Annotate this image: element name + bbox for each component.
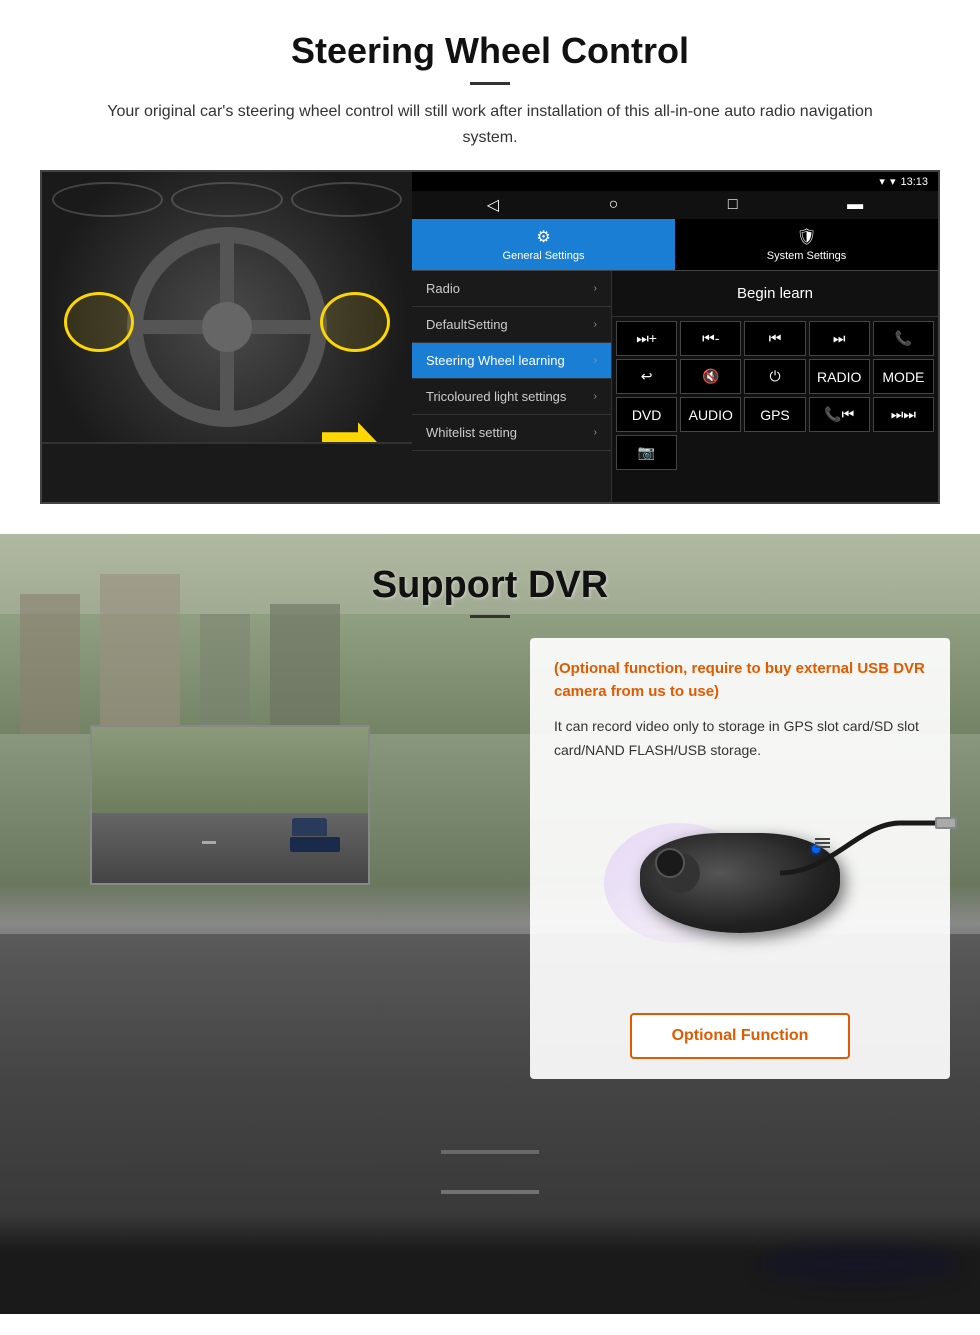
dvr-title: Support DVR: [0, 564, 980, 607]
skip-icon: ⏭⏭: [891, 406, 916, 423]
ctrl-camera[interactable]: 📷: [616, 435, 677, 470]
tab-general-label: General Settings: [503, 250, 585, 262]
dvr-info-card: (Optional function, require to buy exter…: [530, 638, 950, 1079]
call-icon: 📞: [895, 330, 912, 347]
android-statusbar: ▾ ▾ 13:13: [412, 172, 938, 191]
menu-default-label: DefaultSetting: [426, 317, 508, 332]
dvr-optional-text: (Optional function, require to buy exter…: [554, 658, 926, 703]
vol-down-icon: ⏮-: [702, 330, 719, 347]
dvd-label: DVD: [632, 407, 662, 423]
menu-item-steering[interactable]: Steering Wheel learning ›: [412, 343, 611, 379]
ctrl-tel-prev[interactable]: 📞⏮: [809, 397, 870, 432]
begin-learn-button[interactable]: Begin learn: [717, 279, 833, 308]
menu-whitelist-label: Whitelist setting: [426, 425, 517, 440]
tab-general-settings[interactable]: ⚙ General Settings: [412, 219, 675, 270]
dvr-divider: [470, 615, 510, 618]
android-panel: ▾ ▾ 13:13 ◁ ○ □ ▬ ⚙ General Settings 🛡 S…: [412, 172, 938, 502]
chevron-default: ›: [594, 319, 597, 330]
dvr-content: (Optional function, require to buy exter…: [30, 638, 950, 1095]
steering-wheel-photo: [42, 172, 412, 502]
status-time: 13:13: [900, 176, 928, 188]
prev-icon: ⏮: [769, 330, 782, 347]
ctrl-back[interactable]: ↩: [616, 359, 677, 394]
thumbnail-image: [92, 727, 368, 883]
car-dashboard: [42, 442, 412, 502]
dvr-description: It can record video only to storage in G…: [554, 715, 926, 763]
ctrl-dvd[interactable]: DVD: [616, 397, 677, 432]
ctrl-vol-down[interactable]: ⏮-: [680, 321, 741, 356]
android-tabs: ⚙ General Settings 🛡 System Settings: [412, 219, 938, 271]
menu-radio-label: Radio: [426, 281, 460, 296]
dvr-left-area: [30, 638, 510, 1095]
ctrl-vol-up[interactable]: ⏭+: [616, 321, 677, 356]
chevron-tricoloured: ›: [594, 391, 597, 402]
chevron-steering: ›: [594, 355, 597, 366]
ctrl-next[interactable]: ⏭: [809, 321, 870, 356]
steering-description: Your original car's steering wheel contr…: [80, 99, 900, 150]
ctrl-call[interactable]: 📞: [873, 321, 934, 356]
optional-function-button[interactable]: Optional Function: [630, 1013, 851, 1059]
optional-button-container: Optional Function: [554, 1013, 926, 1059]
tab-system-label: System Settings: [767, 250, 846, 262]
gps-label: GPS: [760, 407, 790, 423]
menu-steering-label: Steering Wheel learning: [426, 353, 565, 368]
menu-item-whitelist[interactable]: Whitelist setting ›: [412, 415, 611, 451]
android-mockup: ▾ ▾ 13:13 ◁ ○ □ ▬ ⚙ General Settings 🛡 S…: [40, 170, 940, 504]
title-divider: [470, 82, 510, 85]
steering-bg: [42, 172, 412, 502]
audio-label: AUDIO: [689, 407, 733, 423]
signal-icon: ▾: [879, 175, 885, 188]
dvr-preview-thumbnail: [90, 725, 370, 885]
android-main-area: Begin learn ⏭+ ⏮- ⏮ ⏭ 📞 ↩ 🔇 ⏻ RADIO MODE: [612, 271, 938, 502]
steering-wheel-section: Steering Wheel Control Your original car…: [0, 0, 980, 524]
wifi-icon: ▾: [890, 175, 896, 188]
ctrl-audio[interactable]: AUDIO: [680, 397, 741, 432]
circle-left: [64, 292, 134, 352]
system-settings-icon: 🛡: [796, 227, 816, 247]
chevron-whitelist: ›: [594, 427, 597, 438]
steering-title: Steering Wheel Control: [40, 30, 940, 72]
control-buttons-grid: ⏭+ ⏮- ⏮ ⏭ 📞 ↩ 🔇 ⏻ RADIO MODE DVD AUDIO G…: [612, 317, 938, 474]
vol-up-icon: ⏭+: [636, 330, 657, 347]
steering-wheel-ring: [127, 227, 327, 427]
recents-nav-icon[interactable]: □: [728, 196, 738, 214]
android-menu: Radio › DefaultSetting › Steering Wheel …: [412, 271, 612, 502]
power-icon: ⏻: [769, 368, 780, 385]
android-content: Radio › DefaultSetting › Steering Wheel …: [412, 271, 938, 502]
circle-right: [320, 292, 390, 352]
next-icon: ⏭: [833, 330, 846, 347]
back-nav-icon[interactable]: ◁: [487, 195, 499, 215]
menu-item-default[interactable]: DefaultSetting ›: [412, 307, 611, 343]
ctrl-skip[interactable]: ⏭⏭: [873, 397, 934, 432]
dvr-section: Support DVR (Optional function,: [0, 534, 980, 1314]
ctrl-prev[interactable]: ⏮: [744, 321, 805, 356]
tel-prev-icon: 📞⏮: [824, 406, 854, 423]
menu-item-radio[interactable]: Radio ›: [412, 271, 611, 307]
chevron-radio: ›: [594, 283, 597, 294]
android-nav-bar: ◁ ○ □ ▬: [412, 191, 938, 219]
ctrl-power[interactable]: ⏻: [744, 359, 805, 394]
ctrl-radio[interactable]: RADIO: [809, 359, 870, 394]
ctrl-mode[interactable]: MODE: [873, 359, 934, 394]
home-nav-icon[interactable]: ○: [609, 196, 619, 214]
menu-tricoloured-label: Tricoloured light settings: [426, 389, 566, 404]
menu-nav-icon[interactable]: ▬: [847, 196, 863, 214]
mode-label: MODE: [882, 369, 924, 385]
tab-system-settings[interactable]: 🛡 System Settings: [675, 219, 938, 270]
radio-label: RADIO: [817, 369, 861, 385]
mute-icon: 🔇: [702, 368, 719, 385]
camera-icon: 📷: [638, 444, 655, 461]
begin-learn-row: Begin learn: [612, 271, 938, 317]
dvr-title-area: Support DVR: [0, 534, 980, 638]
wheel-center: [202, 302, 252, 352]
dvr-right-area: (Optional function, require to buy exter…: [530, 638, 950, 1095]
dvr-device-area: [554, 773, 926, 993]
back-icon: ↩: [641, 368, 653, 385]
menu-item-tricoloured[interactable]: Tricoloured light settings ›: [412, 379, 611, 415]
ctrl-mute[interactable]: 🔇: [680, 359, 741, 394]
dvr-cable-svg: [780, 813, 960, 933]
ctrl-gps[interactable]: GPS: [744, 397, 805, 432]
general-settings-icon: ⚙: [536, 227, 550, 247]
